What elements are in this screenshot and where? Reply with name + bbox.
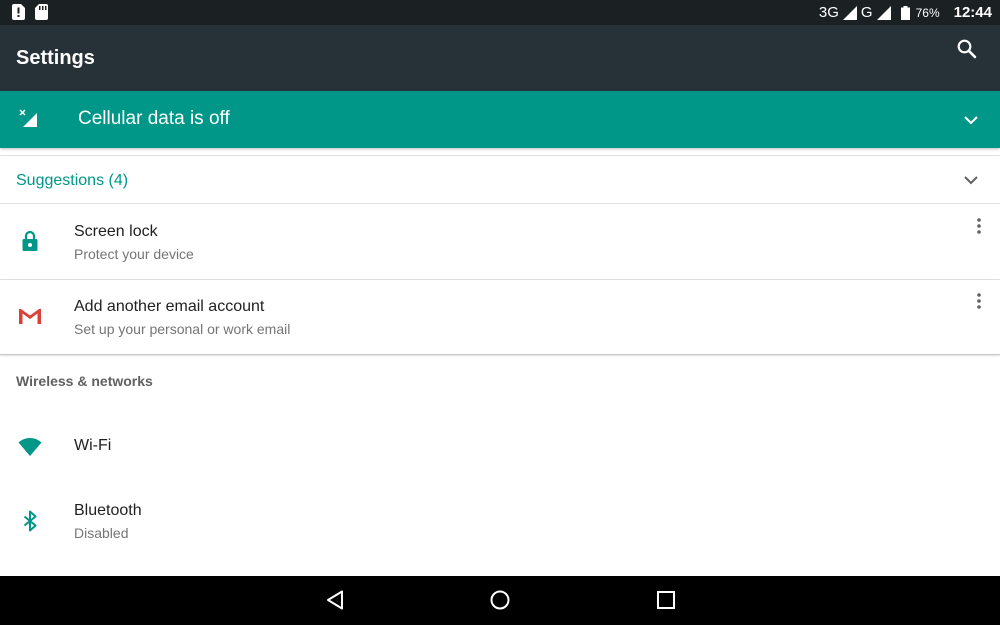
battery-percent: 76% — [915, 5, 940, 20]
signal-icon — [842, 5, 857, 20]
chevron-down-icon[interactable] — [962, 111, 980, 129]
clock: 12:44 — [953, 4, 992, 21]
navigation-bar — [0, 576, 1000, 625]
page-title: Settings — [16, 47, 95, 69]
suggestions-title: Suggestions (4) — [16, 172, 129, 189]
battery-icon — [900, 5, 910, 20]
status-indicators: 3G G 76% 12:44 — [819, 0, 992, 25]
home-icon[interactable] — [488, 588, 512, 612]
banner-text: Cellular data is off — [78, 108, 230, 129]
signal-icon-2 — [876, 5, 891, 20]
cellular-data-banner[interactable]: Cellular data is off — [0, 91, 1000, 148]
suggestion-subtitle: Protect your device — [74, 246, 194, 262]
more-options-icon[interactable] — [970, 217, 988, 235]
wifi-icon — [18, 438, 42, 456]
app-bar: Settings — [0, 25, 1000, 91]
lock-icon — [22, 230, 38, 251]
more-options-icon[interactable] — [970, 292, 988, 310]
network-g-label: G — [860, 4, 873, 21]
settings-item-subtitle: Disabled — [74, 525, 129, 541]
back-icon[interactable] — [323, 588, 347, 612]
cellular-off-icon — [19, 109, 37, 127]
gmail-icon — [18, 308, 42, 324]
settings-item-bluetooth[interactable]: Bluetooth Disabled — [0, 480, 1000, 570]
search-icon[interactable] — [955, 37, 979, 61]
settings-item-title: Wi-Fi — [74, 437, 112, 454]
category-wireless-networks: Wireless & networks — [16, 373, 153, 389]
suggestion-screen-lock[interactable]: Screen lock Protect your device — [0, 205, 1000, 280]
suggestion-subtitle: Set up your personal or work email — [74, 321, 291, 337]
suggestions-header[interactable]: Suggestions (4) — [0, 155, 1000, 204]
recents-icon[interactable] — [654, 588, 678, 612]
notification-icons — [12, 4, 48, 20]
network-3g-label: 3G — [818, 4, 839, 21]
suggestion-title: Screen lock — [74, 223, 158, 240]
chevron-down-icon[interactable] — [962, 171, 980, 189]
status-bar: 3G G 76% 12:44 — [0, 0, 1000, 25]
settings-item-title: Bluetooth — [74, 502, 142, 519]
bluetooth-icon — [23, 510, 37, 532]
sd-card-icon — [35, 4, 48, 20]
suggestion-title: Add another email account — [74, 298, 265, 315]
settings-item-wifi[interactable]: Wi-Fi — [0, 417, 1000, 477]
alert-notification-icon — [12, 4, 25, 20]
suggestion-email-account[interactable]: Add another email account Set up your pe… — [0, 280, 1000, 355]
